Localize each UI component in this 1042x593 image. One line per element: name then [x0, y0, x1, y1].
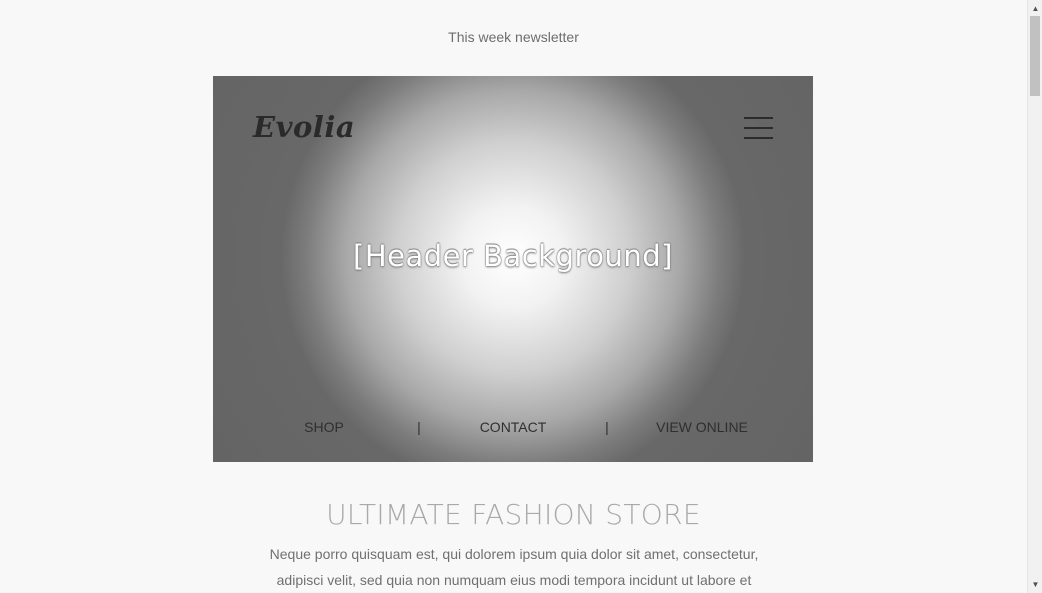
- menu-line-icon: [744, 127, 773, 129]
- scroll-down-arrow-icon[interactable]: ▼: [1028, 578, 1042, 591]
- header-nav: SHOP | CONTACT | VIEW ONLINE: [213, 419, 813, 439]
- menu-line-icon: [744, 117, 773, 119]
- header-hero: Evolia [Header Background] SHOP | CONTAC…: [213, 76, 813, 462]
- nav-separator: |: [605, 419, 609, 435]
- header-background-placeholder: [Header Background]: [353, 239, 673, 273]
- section-title: ULTIMATE FASHION STORE: [326, 498, 701, 531]
- email-viewport: This week newsletter Evolia [Header Back…: [0, 0, 1027, 593]
- scrollbar-thumb[interactable]: [1030, 16, 1040, 96]
- preheader-text: This week newsletter: [448, 29, 579, 45]
- vertical-scrollbar[interactable]: ▲ ▼: [1027, 0, 1042, 593]
- nav-link-view-online[interactable]: VIEW ONLINE: [656, 419, 748, 435]
- menu-line-icon: [744, 137, 773, 139]
- section-body-text: Neque porro quisquam est, qui dolorem ip…: [269, 546, 759, 588]
- hamburger-menu-icon[interactable]: [744, 116, 773, 140]
- nav-link-contact[interactable]: CONTACT: [480, 419, 547, 435]
- logo[interactable]: Evolia: [253, 110, 355, 144]
- nav-separator: |: [417, 419, 421, 435]
- nav-link-shop[interactable]: SHOP: [304, 419, 344, 435]
- scroll-up-arrow-icon[interactable]: ▲: [1028, 2, 1042, 15]
